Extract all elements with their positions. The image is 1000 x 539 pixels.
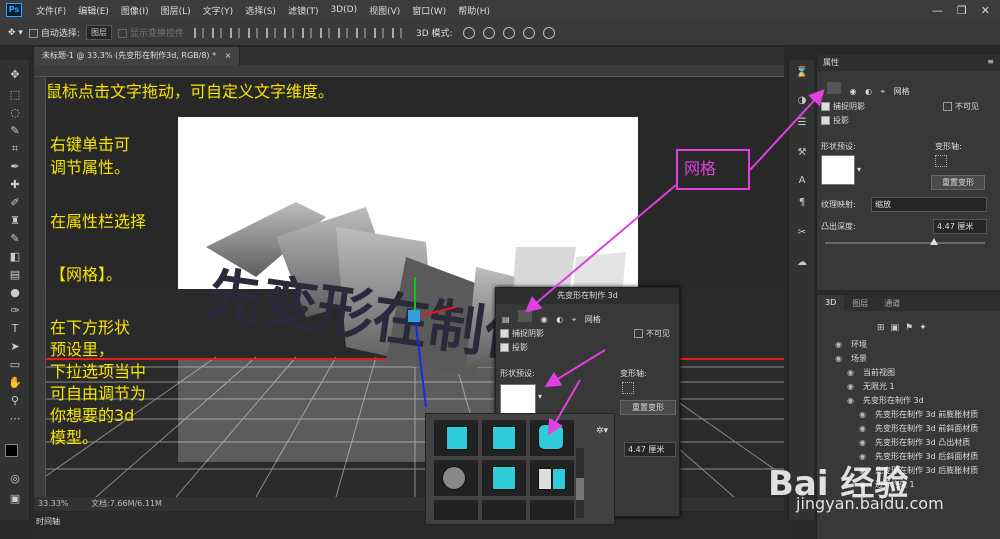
photoshop-window: Ps 文件(F) 编辑(E) 图像(I) 图层(L) 文字(Y) 选择(S) 滤… [0, 0, 1000, 539]
baidu-watermark-url: jingyan.baidu.com [796, 494, 944, 513]
